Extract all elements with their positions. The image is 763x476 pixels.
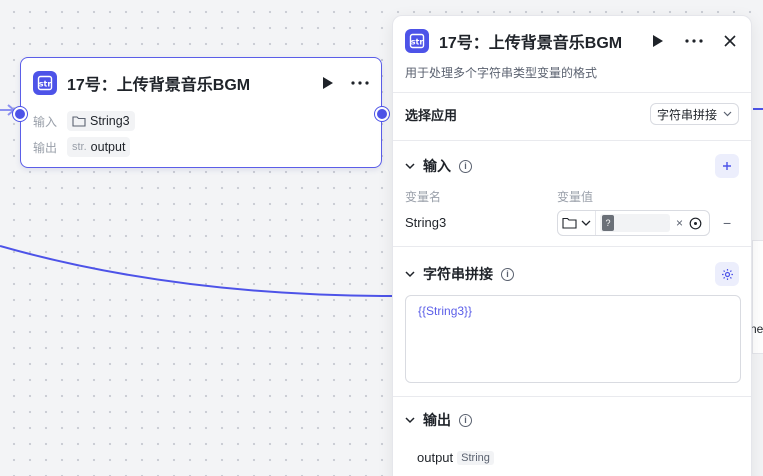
clear-icon[interactable]: × <box>676 216 683 230</box>
gear-icon <box>721 268 733 280</box>
concat-section-title: 字符串拼接 <box>423 266 493 282</box>
panel-title: 17号：上传背景音乐BGM <box>439 35 623 52</box>
input-port[interactable] <box>13 107 27 121</box>
text-processing-icon: str <box>33 71 57 95</box>
select-app-row: 选择应用 字符串拼接 <box>405 102 739 126</box>
run-icon[interactable] <box>649 32 667 50</box>
edge-stub <box>753 108 763 110</box>
info-icon[interactable]: i <box>459 159 472 173</box>
select-app-label: 选择应用 <box>405 107 458 123</box>
text-processing-icon: str <box>405 29 429 53</box>
folder-icon <box>562 217 577 229</box>
input-section-title: 输入 <box>423 158 451 174</box>
output-section-header: 输出 i <box>405 408 739 432</box>
output-variable-name: output <box>417 450 454 465</box>
input-tag: String3 <box>67 111 135 131</box>
variable-value-field[interactable]: ? × <box>557 210 710 236</box>
remove-variable-button[interactable]: − <box>723 215 731 231</box>
divider <box>393 246 751 247</box>
output-variable-row: output String <box>417 450 494 465</box>
chevron-down-icon <box>581 220 591 226</box>
close-icon[interactable] <box>721 32 739 50</box>
input-section-header: 输入 i <box>405 154 739 178</box>
string-type-icon: str. <box>72 141 87 153</box>
run-icon[interactable] <box>319 74 337 92</box>
chevron-down-icon <box>723 111 732 117</box>
select-app-dropdown[interactable]: 字符串拼接 <box>649 103 739 125</box>
select-app-value: 字符串拼接 <box>656 107 717 122</box>
output-section-title: 输出 <box>423 412 451 428</box>
node-title: 17号：上传背景音乐BGM <box>67 77 251 94</box>
divider <box>393 396 751 397</box>
variable-type-select[interactable] <box>562 211 596 235</box>
column-variable-name: 变量名 <box>405 190 442 204</box>
concat-template-input[interactable]: {{String3}} <box>405 295 741 383</box>
input-value: String3 <box>90 114 130 128</box>
divider <box>393 92 751 93</box>
plus-icon <box>723 162 731 170</box>
variable-reference[interactable]: ? <box>600 214 670 232</box>
node-settings-panel: str 17号：上传背景音乐BGM 用于处理多个字符串类型变量的格式 选择应用 … <box>392 15 752 476</box>
folder-icon <box>72 116 86 127</box>
divider <box>393 140 751 141</box>
column-variable-value: 变量值 <box>557 190 594 204</box>
add-variable-button[interactable] <box>715 154 739 178</box>
output-label: 输出 <box>33 140 58 155</box>
output-value: output <box>90 140 126 154</box>
more-icon[interactable] <box>685 32 703 50</box>
svg-text:str: str <box>39 80 52 89</box>
node-input-row: 输入 String3 <box>33 110 135 132</box>
output-port[interactable] <box>375 107 389 121</box>
adjacent-node-card[interactable] <box>752 240 763 354</box>
panel-subtitle: 用于处理多个字符串类型变量的格式 <box>405 66 598 80</box>
node-output-row: 输出 str. output <box>33 136 131 158</box>
variable-name-field[interactable]: String3 <box>405 215 446 230</box>
collapse-chevron-icon[interactable] <box>405 270 415 278</box>
unknown-reference-icon: ? <box>602 215 614 231</box>
svg-text:str: str <box>411 38 424 47</box>
info-icon[interactable]: i <box>501 267 514 281</box>
concat-settings-button[interactable] <box>715 262 739 286</box>
collapse-chevron-icon[interactable] <box>405 162 415 170</box>
target-icon[interactable] <box>689 217 702 230</box>
more-icon[interactable] <box>351 74 369 92</box>
collapse-chevron-icon[interactable] <box>405 416 415 424</box>
concat-section-header: 字符串拼接 i <box>405 262 739 286</box>
workflow-node-card[interactable]: str 17号：上传背景音乐BGM 输入 String3 输出 str. out… <box>13 57 389 168</box>
info-icon[interactable]: i <box>459 413 472 427</box>
output-type-badge: String <box>457 450 494 465</box>
output-tag: str. output <box>67 137 131 157</box>
input-label: 输入 <box>33 114 58 129</box>
